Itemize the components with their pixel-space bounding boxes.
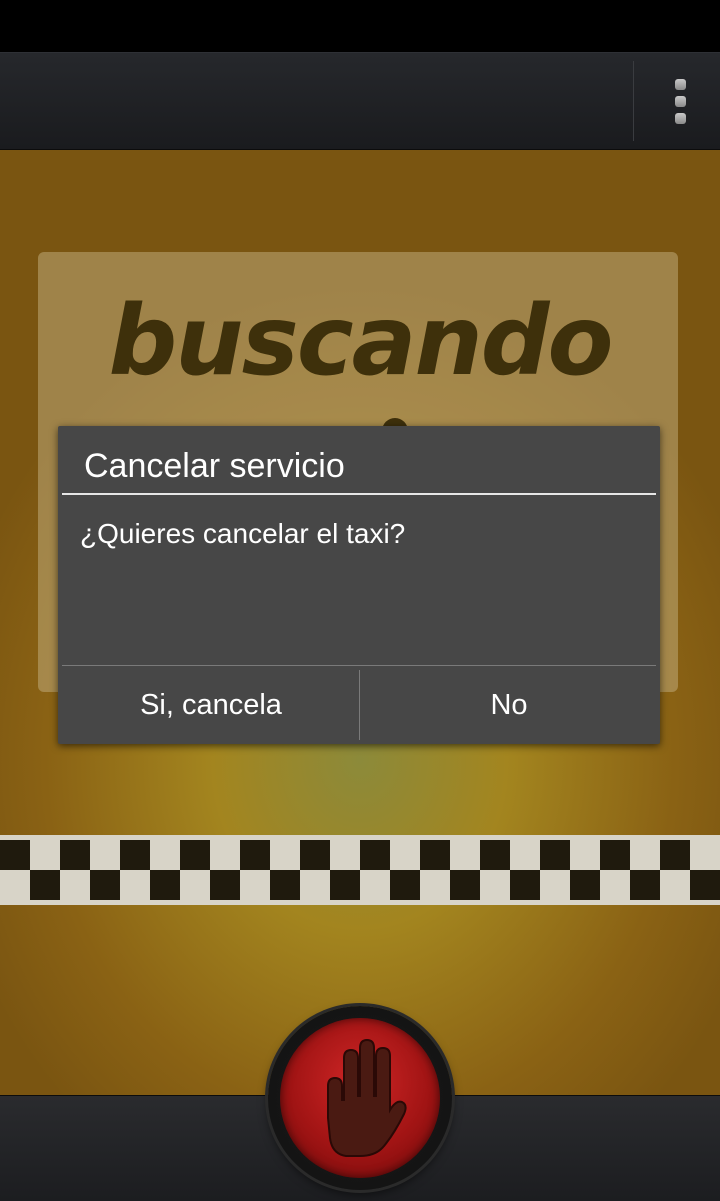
overflow-menu-icon [674,78,686,90]
cancel-service-dialog: Cancelar servicio ¿Quieres cancelar el t… [58,426,660,744]
dialog-title-divider [62,493,656,495]
overflow-menu-icon-dot [674,112,686,124]
stop-button[interactable] [268,1006,452,1190]
hand-stop-icon [327,1038,407,1157]
dialog-title: Cancelar servicio [84,447,345,485]
status-bar [0,0,720,52]
overflow-menu-button[interactable] [640,53,720,149]
overflow-menu-icon-dot [674,95,686,107]
dialog-buttons-divider [62,665,656,666]
dismiss-button[interactable]: No [360,669,658,741]
dialog-message: ¿Quieres cancelar el taxi? [80,518,406,549]
confirm-cancel-button[interactable]: Si, cancela [62,669,360,741]
action-bar-divider [633,61,634,141]
action-bar [0,52,720,150]
